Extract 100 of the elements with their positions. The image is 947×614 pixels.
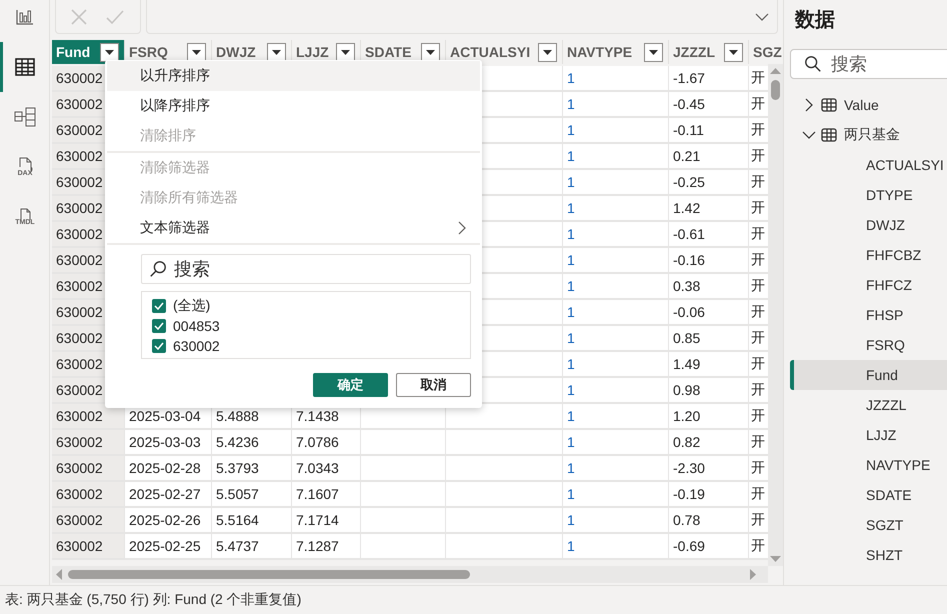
table-cell: -2.30 — [669, 456, 749, 482]
column-header[interactable]: Fund — [52, 40, 125, 64]
field-item[interactable]: FHSP — [790, 300, 947, 330]
scroll-up-icon — [770, 68, 781, 74]
table-cell: 1 — [563, 352, 669, 378]
table-cell: 2025-02-26 — [125, 508, 212, 534]
cancel-button[interactable]: 取消 — [396, 373, 471, 397]
field-item[interactable]: JZZZL — [790, 390, 947, 420]
filter-button[interactable] — [267, 42, 286, 62]
table-cell: 1 — [563, 222, 669, 248]
caret-icon — [729, 50, 738, 54]
table-cell: 630002 — [52, 430, 125, 456]
field-item[interactable]: Fund — [790, 360, 947, 390]
scrollbar-thumb[interactable] — [68, 570, 470, 579]
table-cell: 5.3793 — [212, 456, 292, 482]
table-cell: 1.49 — [669, 352, 749, 378]
field-item[interactable]: ACTUALSYI — [790, 150, 947, 180]
pane-title: 数据 — [795, 8, 835, 32]
caret-icon — [272, 50, 281, 54]
table-cell: 1 — [563, 508, 669, 534]
table-cell: -0.19 — [669, 482, 749, 508]
checkbox[interactable] — [152, 299, 166, 313]
checkmark-icon — [154, 302, 164, 310]
table-tree-item[interactable]: Value — [784, 90, 947, 120]
table-tree-item[interactable]: 两只基金 — [784, 120, 947, 150]
table-cell: -0.11 — [669, 118, 749, 144]
caret-icon — [192, 50, 201, 54]
table-cell: 630002 — [52, 534, 125, 560]
checkbox-label: 630002 — [173, 338, 220, 354]
table-cell: 1 — [563, 66, 669, 92]
menu-item[interactable]: 以升序排序 — [107, 61, 480, 91]
formula-field[interactable] — [146, 0, 778, 34]
caret-icon — [341, 50, 350, 54]
horizontal-scrollbar[interactable] — [52, 566, 768, 583]
scroll-down-icon — [770, 556, 781, 562]
table-cell: 1 — [563, 300, 669, 326]
table-cell: 0.21 — [669, 144, 749, 170]
table-cell: 1 — [563, 144, 669, 170]
table-cell: 630002 — [52, 508, 125, 534]
table-cell: 1 — [563, 534, 669, 560]
filter-button[interactable] — [336, 42, 355, 62]
table-cell: 2025-02-27 — [125, 482, 212, 508]
field-item[interactable]: SHZT — [790, 540, 947, 570]
field-item[interactable]: SGZT — [790, 510, 947, 540]
table-icon — [15, 58, 35, 76]
vertical-scrollbar[interactable] — [768, 64, 783, 566]
table-cell: 5.4737 — [212, 534, 292, 560]
checkbox-label: (全选) — [173, 297, 210, 315]
table-cell: 1 — [563, 404, 669, 430]
checkmark-icon — [154, 322, 164, 330]
scrollbar-thumb[interactable] — [771, 80, 780, 100]
table-cell: -0.16 — [669, 248, 749, 274]
filter-button[interactable] — [100, 42, 119, 62]
table-cell: 1 — [563, 456, 669, 482]
field-item[interactable]: SDATE — [790, 480, 947, 510]
table-cell: -0.69 — [669, 534, 749, 560]
table-cell: -0.45 — [669, 92, 749, 118]
bar-chart-icon — [16, 9, 34, 25]
scroll-left-icon — [56, 569, 62, 580]
table-cell: -1.67 — [669, 66, 749, 92]
filter-button[interactable] — [644, 42, 663, 62]
chevron-right-icon — [805, 98, 813, 112]
checkbox[interactable] — [152, 319, 166, 333]
table-cell: -0.25 — [669, 170, 749, 196]
table-cell: 1 — [563, 92, 669, 118]
table-cell: 0.85 — [669, 326, 749, 352]
field-item[interactable]: NAVTYPE — [790, 450, 947, 480]
table-cell: -0.06 — [669, 300, 749, 326]
table-cell: 0.38 — [669, 274, 749, 300]
table-cell: 0.98 — [669, 378, 749, 404]
checkbox-label: 004853 — [173, 318, 220, 334]
table-cell: 1 — [563, 118, 669, 144]
filter-button[interactable] — [187, 42, 206, 62]
search-icon — [149, 260, 167, 278]
table-cell: 630002 — [52, 456, 125, 482]
table-cell: 2025-02-25 — [125, 534, 212, 560]
table-cell: 1 — [563, 170, 669, 196]
field-item[interactable]: LJJZ — [790, 420, 947, 450]
checkbox[interactable] — [152, 339, 166, 353]
search-field[interactable]: 搜索 — [790, 49, 947, 79]
field-item[interactable]: DTYPE — [790, 180, 947, 210]
filter-button[interactable] — [421, 42, 440, 62]
table-cell: 5.4236 — [212, 430, 292, 456]
field-item[interactable]: FHFCZ — [790, 270, 947, 300]
table-cell: 1.20 — [669, 404, 749, 430]
table-icon — [821, 98, 837, 112]
filter-button[interactable] — [538, 42, 557, 62]
table-cell: 5.5057 — [212, 482, 292, 508]
table-cell: 1 — [563, 482, 669, 508]
filter-button[interactable] — [724, 42, 743, 62]
caret-icon — [649, 50, 658, 54]
caret-icon — [105, 50, 114, 54]
search-field[interactable]: 搜索 — [141, 254, 471, 284]
model-icon — [14, 107, 36, 127]
field-item[interactable]: FSRQ — [790, 330, 947, 360]
field-item[interactable]: DWJZ — [790, 210, 947, 240]
ok-button[interactable]: 确定 — [313, 373, 388, 397]
table-cell: 7.1607 — [292, 482, 361, 508]
caret-icon — [426, 50, 435, 54]
field-item[interactable]: FHFCBZ — [790, 240, 947, 270]
